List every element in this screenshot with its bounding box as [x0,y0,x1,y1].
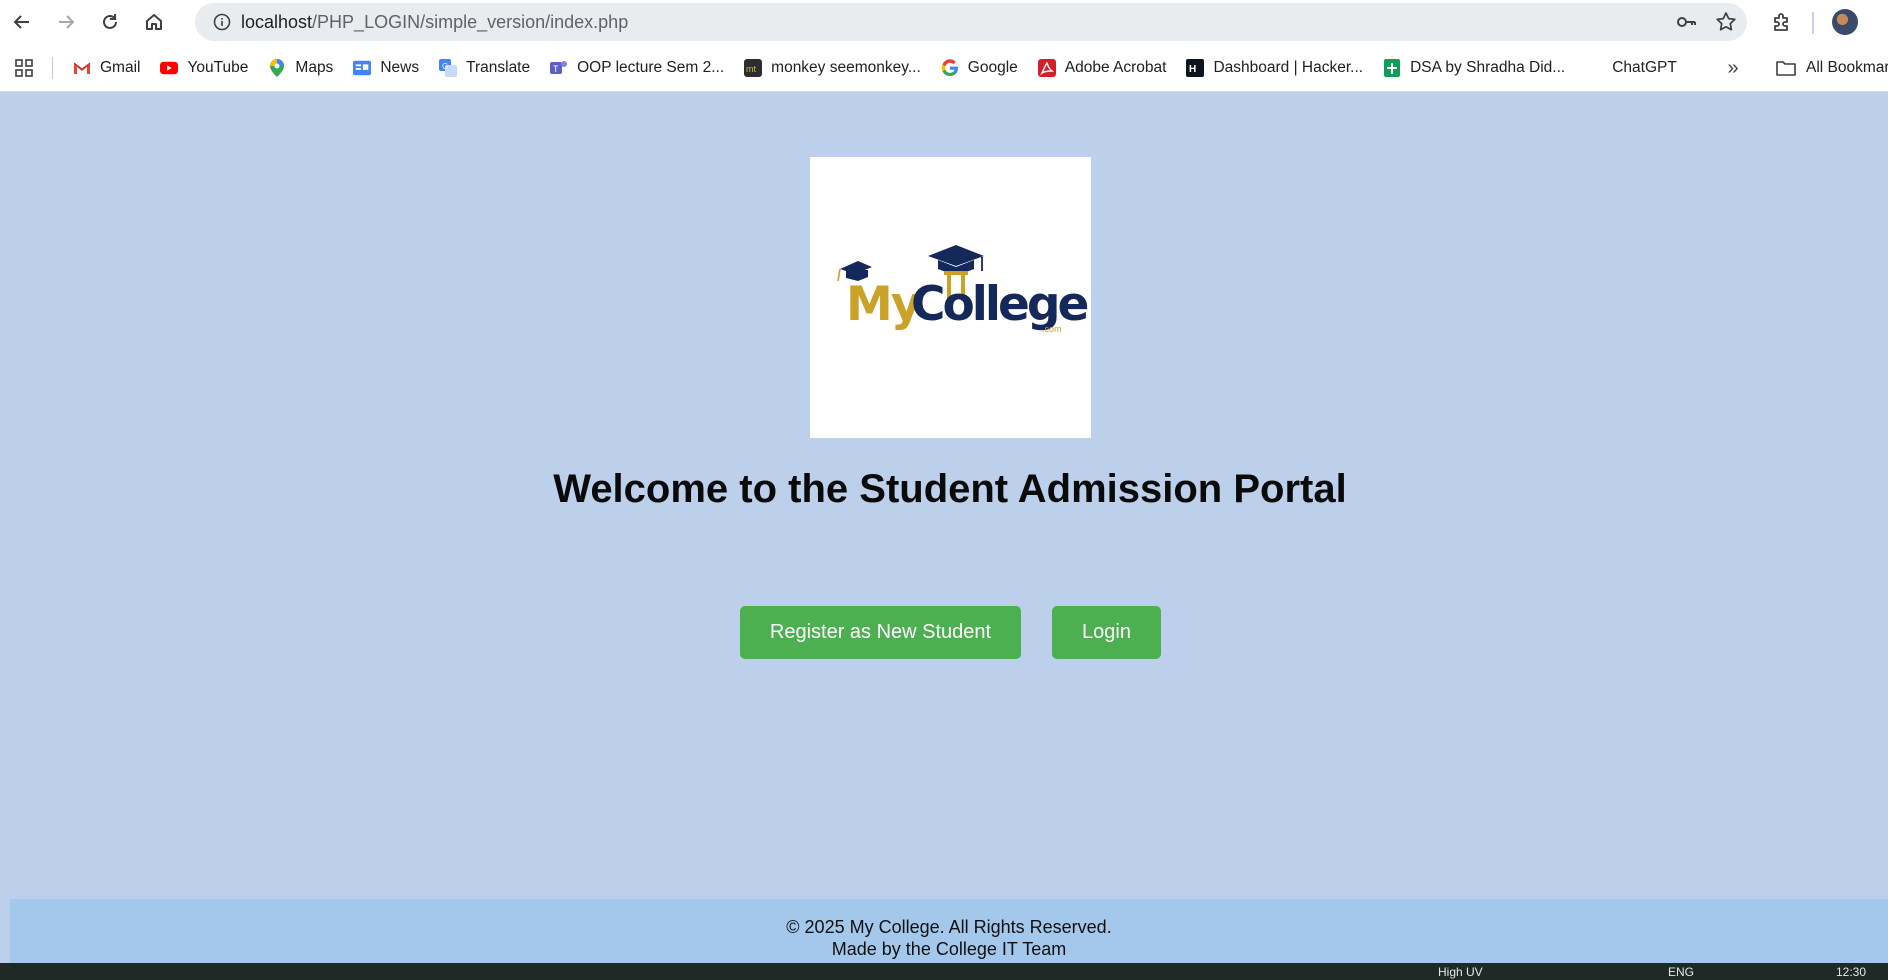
page-title: Welcome to the Student Admission Portal [553,467,1347,511]
bookmark-youtube[interactable]: YouTube [150,51,258,85]
bookmark-news[interactable]: News [343,51,429,85]
browser-toolbar: localhost/PHP_LOGIN/simple_version/index… [0,0,1888,44]
college-logo: My College .com [810,157,1091,438]
register-button[interactable]: Register as New Student [740,606,1021,659]
bookmark-label: DSA by Shradha Did... [1410,58,1566,76]
google-icon [941,58,959,77]
all-bookmarks-label: All Bookmar [1806,59,1888,76]
teams-icon: T [550,59,568,77]
monkeytype-icon: mt [744,58,763,77]
profile-avatar[interactable] [1832,9,1858,35]
hackerrank-icon: H [1186,58,1205,77]
back-button[interactable] [0,0,44,44]
login-button[interactable]: Login [1052,606,1161,659]
more-bookmarks-button[interactable]: » [1716,51,1750,85]
bookmark-label: OOP lecture Sem 2... [577,58,725,76]
os-taskbar: High UV ENG 12:30 [0,963,1888,980]
svg-text:T: T [553,64,559,74]
bookmark-label: YouTube [187,58,249,76]
bookmark-oop-lecture[interactable]: T OOP lecture Sem 2... [540,51,734,85]
bookmark-label: Translate [466,58,531,76]
taskbar-clock[interactable]: 12:30 [1836,965,1866,979]
puzzle-icon [1774,13,1788,31]
bookmark-gmail[interactable]: Gmail [63,51,150,85]
bookmark-label: Maps [295,58,334,76]
bookmark-label: News [380,58,420,76]
svg-text:.com: .com [1042,324,1062,334]
bookmarks-bar: Gmail YouTube Maps News G Translate T OO… [0,44,1888,92]
bookmark-translate[interactable]: G Translate [429,51,540,85]
url-host: localhost [241,11,313,32]
acrobat-icon [1037,58,1056,77]
taskbar-language[interactable]: ENG [1668,965,1694,979]
url-text[interactable]: localhost/PHP_LOGIN/simple_version/index… [241,12,628,33]
gmail-icon [73,59,91,77]
reload-button[interactable] [88,0,132,44]
extensions-button[interactable] [1762,2,1802,42]
page-content: My College .com Welcome to the Student A… [0,93,1888,899]
bookmark-label: Google [967,58,1018,76]
back-arrow-icon [13,15,29,29]
site-info-icon[interactable] [203,3,241,41]
url-path: /PHP_LOGIN/simple_version/index.php [312,11,629,32]
bookmark-label: Gmail [100,58,141,76]
apps-grid-icon[interactable] [0,44,48,92]
bookmark-label: ChatGPT [1612,58,1677,76]
sheets-icon [1383,58,1401,77]
forward-arrow-icon [59,15,75,29]
bookmark-google[interactable]: Google [931,51,1028,85]
translate-icon: G [439,58,458,77]
bookmark-monkeytype[interactable]: mt monkey seemonkey... [734,51,931,85]
large-grad-cap-icon [928,245,984,266]
bookmark-label: monkey seemonkey... [771,58,921,76]
home-button[interactable] [132,0,176,44]
toolbar-divider [1812,12,1814,34]
bookmark-star-icon[interactable] [1715,11,1737,33]
mycollege-logo-image: My College .com [837,245,1091,334]
folder-icon [1776,61,1796,76]
svg-text:G: G [442,62,448,71]
footer-copyright: © 2025 My College. All Rights Reserved. [786,917,1112,937]
bookmark-hackerrank[interactable]: H Dashboard | Hacker... [1176,51,1373,85]
svg-text:My: My [846,277,921,332]
svg-text:H: H [1189,64,1196,75]
address-bar[interactable]: localhost/PHP_LOGIN/simple_version/index… [195,3,1747,41]
youtube-icon [160,59,179,77]
svg-text:mt: mt [746,64,756,74]
bookmarks-divider [52,56,53,79]
taskbar-weather[interactable]: High UV [1438,965,1483,979]
home-icon [146,14,162,30]
footer-credit: Made by the College IT Team [831,939,1067,959]
password-key-icon[interactable] [1675,11,1697,33]
bookmark-dsa-sheet[interactable]: DSA by Shradha Did... [1373,51,1575,85]
maps-icon [268,58,286,77]
bookmark-chatgpt[interactable]: ChatGPT [1575,51,1687,85]
bookmark-maps[interactable]: Maps [258,51,343,85]
chatgpt-icon [1585,59,1603,77]
bookmark-label: Dashboard | Hacker... [1213,58,1364,76]
bookmark-adobe-acrobat[interactable]: Adobe Acrobat [1028,51,1177,85]
reload-icon [103,14,117,29]
bookmark-label: Adobe Acrobat [1064,58,1167,76]
page-footer: © 2025 My College. All Rights Reserved. … [10,899,1888,963]
all-bookmarks-button[interactable]: All Bookmar [1776,51,1888,85]
news-icon [353,59,372,77]
forward-button[interactable] [44,0,88,44]
